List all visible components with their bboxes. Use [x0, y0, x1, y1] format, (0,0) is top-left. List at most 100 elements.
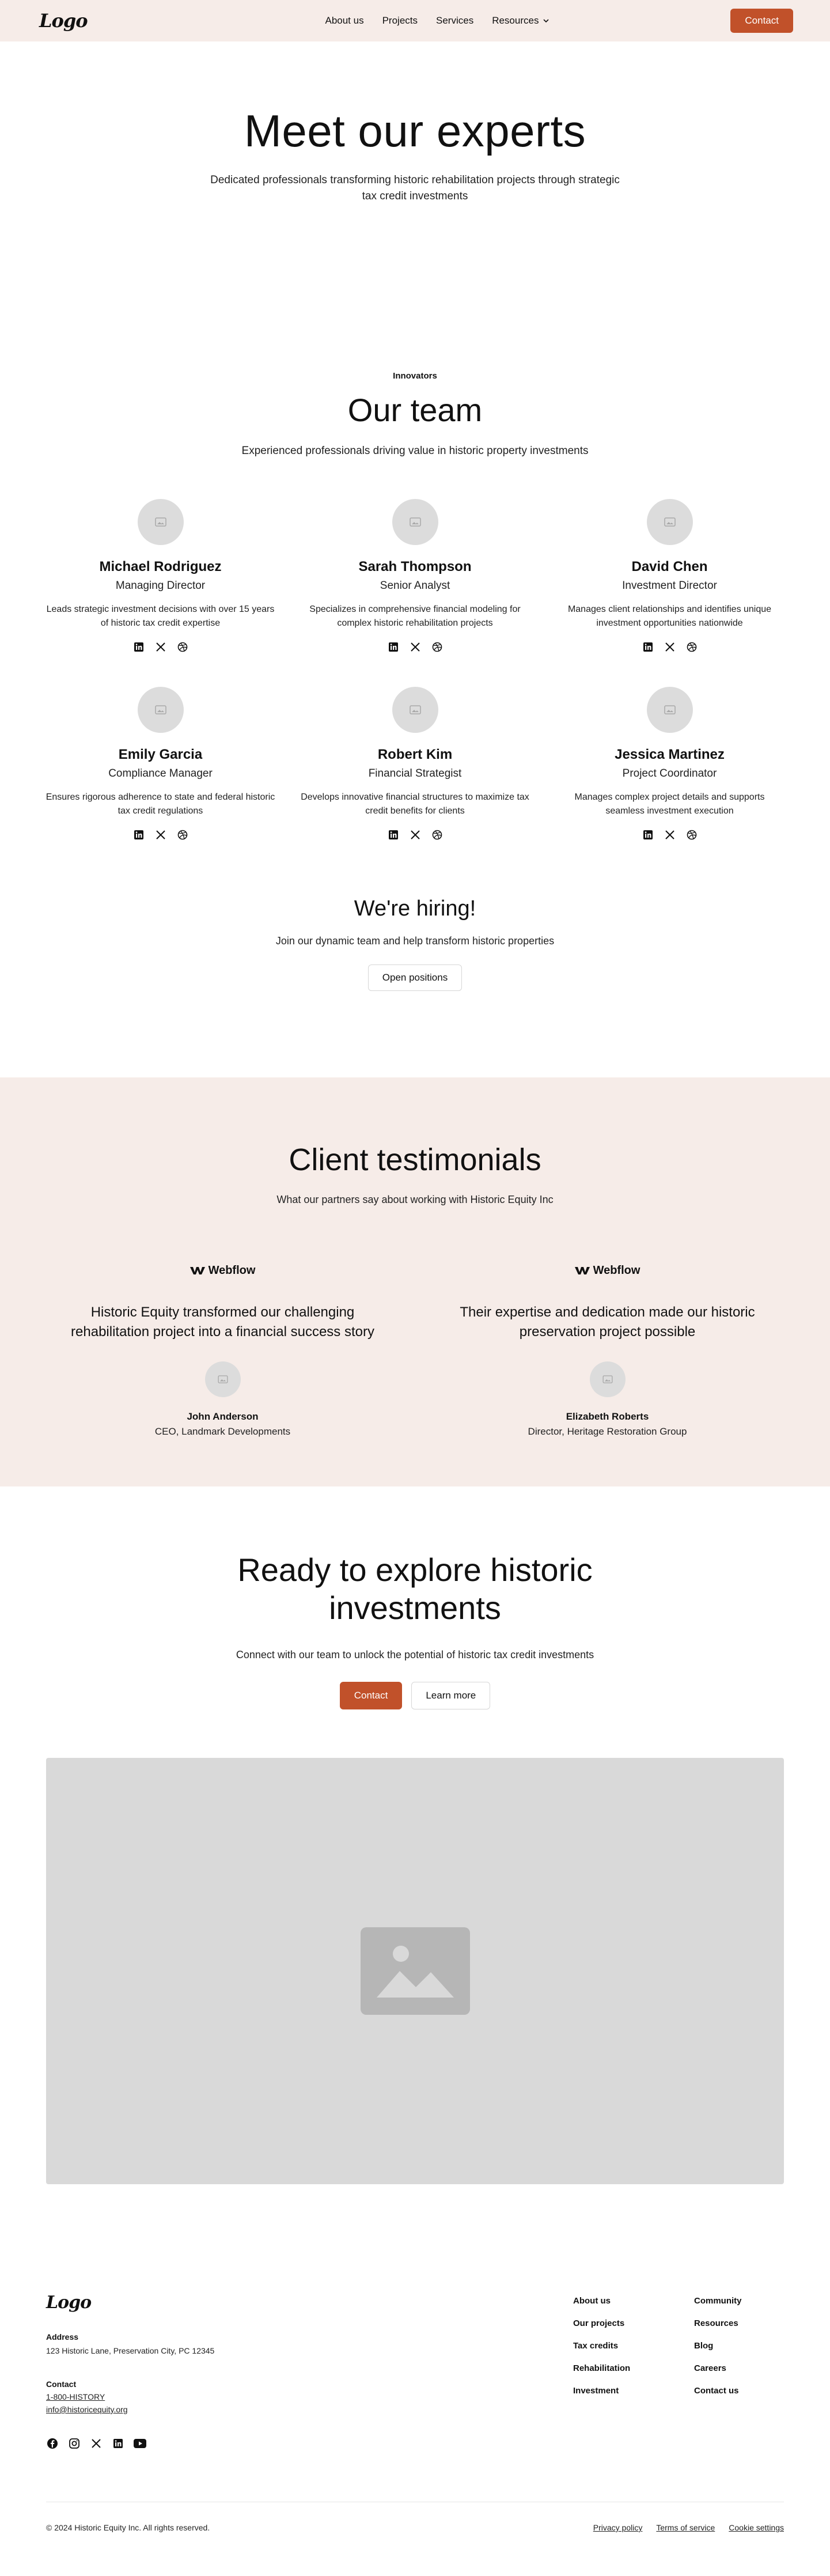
footer-link-contact-us[interactable]: Contact us — [694, 2386, 769, 2396]
nav-resources-label: Resources — [492, 15, 539, 26]
avatar — [137, 499, 184, 545]
member-role: Senior Analyst — [380, 580, 450, 592]
dribbble-icon[interactable] — [176, 829, 189, 841]
footer-socials — [46, 2437, 334, 2450]
site-logo[interactable]: Logo — [39, 10, 88, 32]
member-role: Compliance Manager — [108, 767, 213, 780]
testimonial-author: John Anderson — [187, 1411, 259, 1422]
team-section: Innovators Our team Experienced professi… — [0, 307, 830, 991]
image-placeholder-icon — [602, 1375, 613, 1383]
dribbble-icon[interactable] — [431, 641, 444, 653]
x-icon[interactable] — [90, 2437, 103, 2450]
member-socials — [300, 829, 530, 841]
image-placeholder-icon — [154, 517, 166, 527]
testimonial-quote: Historic Equity transformed our challeng… — [71, 1304, 374, 1340]
member-socials — [300, 641, 530, 653]
hiring-title: We're hiring! — [354, 897, 476, 921]
x-icon[interactable] — [154, 829, 167, 841]
cta-text: Connect with our team to unlock the pote… — [236, 1649, 594, 1660]
linkedin-icon[interactable] — [132, 641, 145, 653]
footer-link-resources[interactable]: Resources — [694, 2318, 769, 2328]
team-title: Our team — [347, 392, 483, 428]
member-bio: Manages client relationships and identif… — [567, 604, 772, 628]
linkedin-icon[interactable] — [642, 829, 654, 841]
footer-logo[interactable]: Logo — [46, 2293, 334, 2313]
footer-link-investment[interactable]: Investment — [573, 2386, 648, 2396]
footer-link-community[interactable]: Community — [694, 2296, 769, 2306]
instagram-icon[interactable] — [68, 2437, 81, 2450]
privacy-policy-link[interactable]: Privacy policy — [593, 2523, 643, 2532]
footer-link-careers[interactable]: Careers — [694, 2363, 769, 2373]
linkedin-icon[interactable] — [387, 829, 400, 841]
footer-link-blog[interactable]: Blog — [694, 2341, 769, 2351]
image-placeholder-icon — [360, 1927, 470, 2015]
cta-contact-button[interactable]: Contact — [339, 1682, 403, 1709]
team-tagline: Innovators — [393, 371, 437, 381]
footer-columns: About us Our projects Tax credits Rehabi… — [573, 2296, 769, 2450]
email-link[interactable]: info@historicequity.org — [46, 2405, 334, 2414]
member-socials — [555, 829, 785, 841]
team-member-card: Jessica Martinez Project Coordinator Man… — [555, 687, 785, 841]
testimonial-author: Elizabeth Roberts — [566, 1411, 649, 1422]
testimonials-title: Client testimonials — [289, 1143, 541, 1177]
member-role: Investment Director — [622, 580, 717, 592]
member-role: Managing Director — [115, 580, 206, 592]
testimonials-subtitle: What our partners say about working with… — [276, 1194, 554, 1205]
hiring-text: Join our dynamic team and help transform… — [275, 935, 555, 947]
footer-link-rehabilitation[interactable]: Rehabilitation — [573, 2363, 648, 2373]
testimonial-author-role: Director, Heritage Restoration Group — [528, 1426, 687, 1437]
navbar: Logo About us Projects Services Resource… — [0, 0, 830, 41]
x-icon[interactable] — [154, 641, 167, 653]
main-nav: About us Projects Services Resources — [325, 15, 550, 27]
footer-link-about-us[interactable]: About us — [573, 2296, 648, 2306]
dribbble-icon[interactable] — [685, 641, 698, 653]
member-socials — [555, 641, 785, 653]
member-name: Michael Rodriguez — [99, 559, 222, 574]
x-icon[interactable] — [409, 829, 422, 841]
dribbble-icon[interactable] — [431, 829, 444, 841]
hiring-block: We're hiring! Join our dynamic team and … — [0, 897, 830, 991]
linkedin-icon[interactable] — [642, 641, 654, 653]
legal-links: Privacy policy Terms of service Cookie s… — [593, 2523, 784, 2532]
nav-about-us[interactable]: About us — [325, 15, 363, 27]
nav-contact-button[interactable]: Contact — [730, 9, 793, 33]
open-positions-button[interactable]: Open positions — [367, 964, 463, 991]
cookie-settings-link[interactable]: Cookie settings — [729, 2523, 784, 2532]
footer-column-2: Community Resources Blog Careers Contact… — [694, 2296, 769, 2450]
hero-subtitle: Dedicated professionals transforming his… — [210, 174, 620, 202]
testimonials-grid: Webflow Historic Equity transformed our … — [0, 1262, 830, 1438]
linkedin-icon[interactable] — [112, 2437, 124, 2450]
youtube-icon[interactable] — [134, 2437, 146, 2450]
x-icon[interactable] — [664, 641, 676, 653]
nav-resources-dropdown[interactable]: Resources — [492, 15, 550, 27]
phone-link[interactable]: 1-800-HISTORY — [46, 2392, 334, 2401]
testimonial-card: Webflow Their expertise and dedication m… — [435, 1262, 780, 1438]
member-name: Sarah Thompson — [358, 559, 472, 574]
dribbble-icon[interactable] — [176, 641, 189, 653]
testimonials-section: Client testimonials What our partners sa… — [0, 1077, 830, 1486]
image-placeholder-icon — [409, 705, 421, 714]
x-icon[interactable] — [409, 641, 422, 653]
cta-image-placeholder — [46, 1758, 784, 2184]
testimonial-author-role: CEO, Landmark Developments — [154, 1426, 291, 1437]
avatar — [646, 499, 693, 545]
linkedin-icon[interactable] — [387, 641, 400, 653]
member-bio: Ensures rigorous adherence to state and … — [46, 792, 275, 816]
terms-of-service-link[interactable]: Terms of service — [656, 2523, 715, 2532]
image-placeholder-icon — [664, 705, 676, 714]
nav-projects[interactable]: Projects — [382, 15, 418, 27]
footer-info: Logo Address 123 Historic Lane, Preserva… — [46, 2293, 334, 2450]
page-title: Meet our experts — [244, 105, 586, 156]
avatar — [392, 499, 438, 545]
cta-section: Ready to explore historic investments Co… — [0, 1486, 830, 2184]
cta-learn-more-button[interactable]: Learn more — [411, 1682, 491, 1709]
x-icon[interactable] — [664, 829, 676, 841]
facebook-icon[interactable] — [46, 2437, 59, 2450]
testimonial-quote: Their expertise and dedication made our … — [460, 1304, 755, 1340]
footer: Logo Address 123 Historic Lane, Preserva… — [0, 2184, 830, 2576]
footer-link-our-projects[interactable]: Our projects — [573, 2318, 648, 2328]
linkedin-icon[interactable] — [132, 829, 145, 841]
nav-services[interactable]: Services — [436, 15, 473, 27]
dribbble-icon[interactable] — [685, 829, 698, 841]
footer-link-tax-credits[interactable]: Tax credits — [573, 2341, 648, 2351]
